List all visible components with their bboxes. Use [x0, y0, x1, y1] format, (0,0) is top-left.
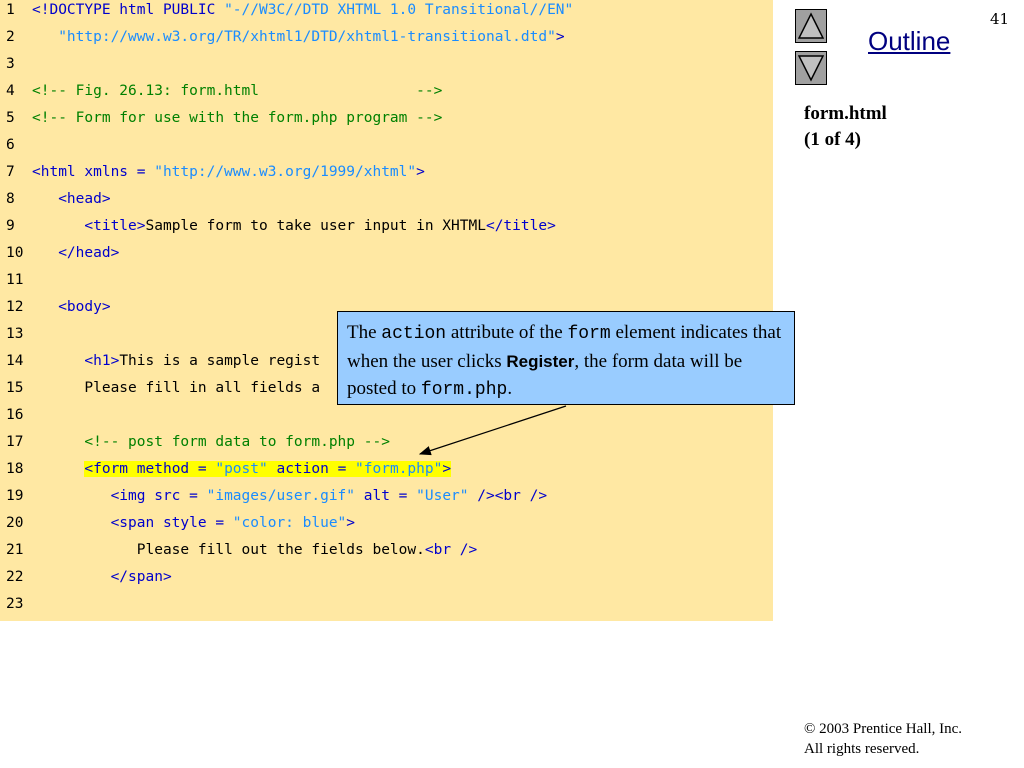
callout-text: attribute of the: [446, 322, 568, 343]
callout-register: Register: [506, 352, 575, 371]
copyright-line1: 2003 Prentice Hall, Inc.: [815, 721, 963, 737]
callout-code-form: form: [567, 324, 611, 344]
callout-code-action: action: [381, 324, 447, 344]
callout-code-formphp: form.php: [420, 380, 508, 400]
copyright-symbol: ©: [804, 721, 816, 737]
callout-text: .: [507, 378, 513, 399]
callout-box: The action attribute of the form element…: [337, 311, 795, 405]
callout-text: The: [347, 322, 382, 343]
copyright-notice: © 2003 Prentice Hall, Inc. All rights re…: [804, 719, 962, 759]
copyright-line2: All rights reserved.: [804, 741, 920, 757]
